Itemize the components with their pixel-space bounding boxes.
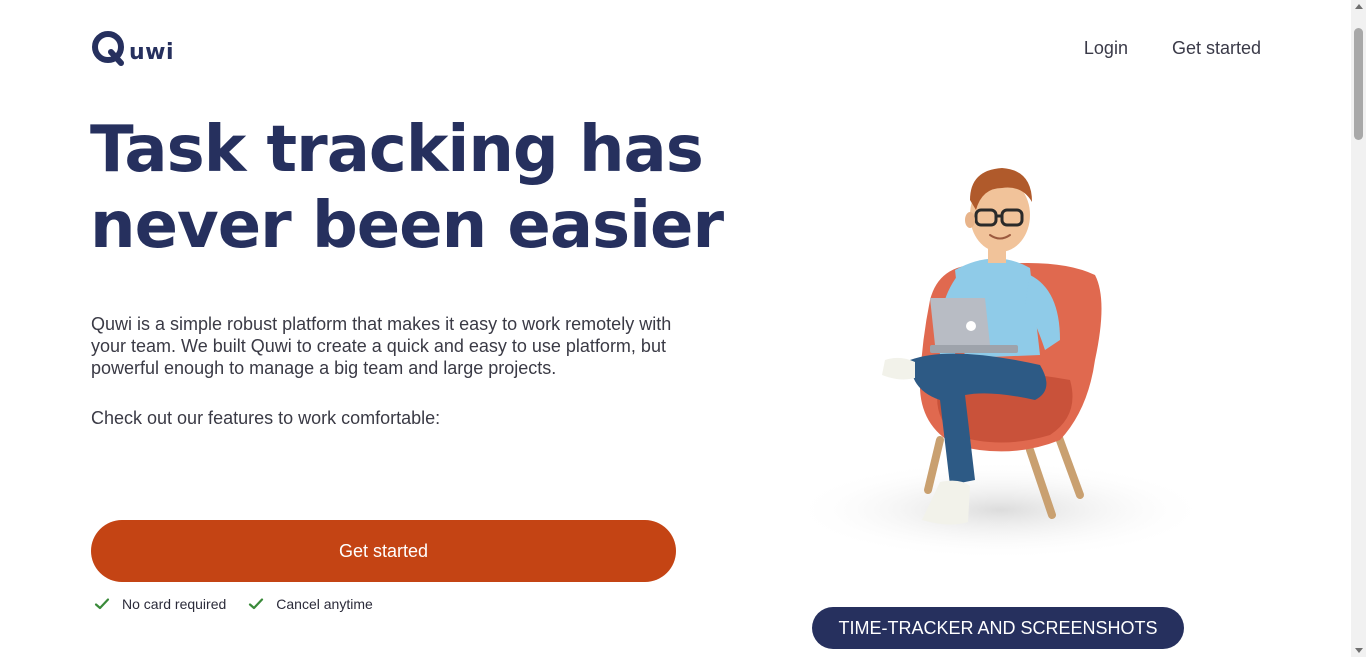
check-icon	[249, 598, 264, 610]
quwi-logo[interactable]: uwi	[91, 30, 174, 66]
perk-label: Cancel anytime	[276, 596, 373, 612]
perk-item: Cancel anytime	[248, 596, 373, 612]
page-scrollbar[interactable]	[1351, 0, 1366, 657]
get-started-link[interactable]: Get started	[1172, 38, 1261, 59]
check-icon	[94, 598, 110, 610]
perk-item: No card required	[94, 596, 226, 612]
person-on-chair-illustration	[790, 168, 1210, 560]
perks-list: No card required Cancel anytime	[94, 596, 373, 612]
scroll-up-icon[interactable]	[1355, 4, 1363, 9]
hero-description: Quwi is a simple robust platform that ma…	[91, 314, 672, 378]
logo-text: uwi	[129, 40, 175, 65]
quwi-logo-icon	[92, 31, 124, 66]
scroll-thumb[interactable]	[1354, 28, 1363, 140]
top-nav: Login Get started	[1084, 38, 1261, 59]
features-intro: Check out our features to work comfortab…	[91, 408, 441, 428]
login-link[interactable]: Login	[1084, 38, 1128, 59]
perk-label: No card required	[122, 596, 227, 612]
hero-title: Task tracking has never been easier	[90, 113, 724, 263]
scroll-down-icon[interactable]	[1355, 648, 1363, 653]
time-tracker-feature-button[interactable]: TIME-TRACKER AND SCREENSHOTS	[812, 607, 1184, 649]
get-started-button[interactable]: Get started	[91, 520, 676, 582]
